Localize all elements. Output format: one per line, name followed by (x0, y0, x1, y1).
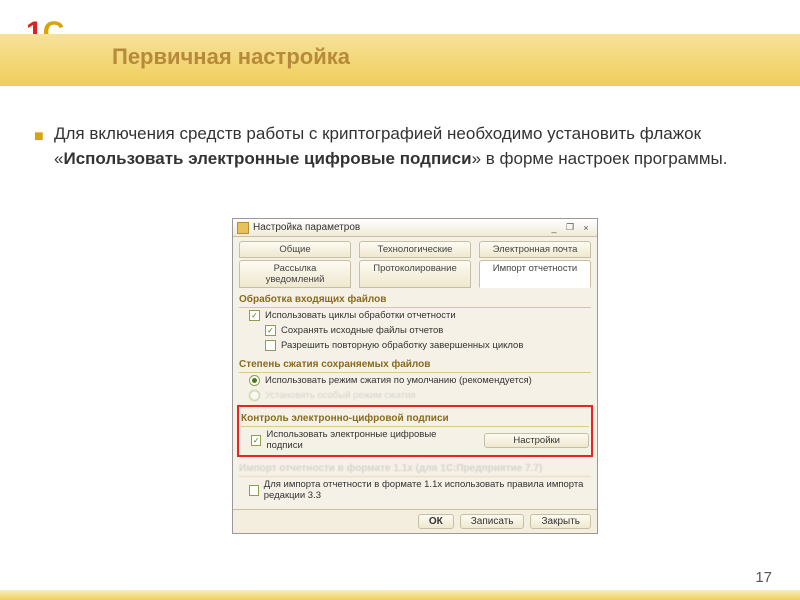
tab-general[interactable]: Общие (239, 241, 351, 258)
close-dialog-button[interactable]: Закрыть (530, 514, 591, 529)
dialog-titlebar: Настройка параметров _ ❐ × (233, 219, 597, 237)
minimize-button[interactable]: _ (547, 222, 561, 234)
checkbox-save-src[interactable]: ✓ (265, 325, 276, 336)
section-signature: Контроль электронно-цифровой подписи (241, 409, 589, 427)
opt-import-33-label: Для импорта отчетности в формате 1.1x ис… (264, 479, 591, 501)
checkbox-cycles[interactable]: ✓ (249, 310, 260, 321)
bullet-icon: ■ (34, 128, 44, 146)
tab-tech[interactable]: Технологические (359, 241, 471, 258)
opt-use-signature-label: Использовать электронные цифровые подпис… (266, 429, 463, 451)
opt-save-src-label: Сохранять исходные файлы отчетов (281, 325, 443, 336)
body-text: Для включения средств работы с криптогра… (54, 122, 760, 171)
tab-notify[interactable]: Рассылка уведомлений (239, 260, 351, 288)
save-button[interactable]: Записать (460, 514, 525, 529)
dialog-icon (237, 222, 249, 234)
highlight-signature-box: Контроль электронно-цифровой подписи ✓ И… (237, 405, 593, 457)
radio-custom-compress[interactable] (249, 390, 260, 401)
dialog-footer: ОК Записать Закрыть (233, 509, 597, 533)
tab-import[interactable]: Импорт отчетности (479, 260, 591, 288)
opt-custom-compress-label: Установить особый режим сжатия (265, 390, 416, 401)
tab-log[interactable]: Протоколирование (359, 260, 471, 288)
tab-email[interactable]: Электронная почта (479, 241, 591, 258)
settings-button[interactable]: Настройки (484, 433, 589, 448)
body-post: » в форме настроек программы. (472, 149, 728, 168)
dialog-title: Настройка параметров (253, 222, 360, 233)
opt-reprocess-label: Разрешить повторную обработку завершенны… (281, 340, 523, 351)
page-number: 17 (755, 569, 772, 586)
ok-button[interactable]: ОК (418, 514, 454, 529)
checkbox-use-signature[interactable]: ✓ (251, 435, 261, 446)
radio-default-compress[interactable] (249, 375, 260, 386)
body-bold: Использовать электронные цифровые подпис… (63, 149, 471, 168)
opt-cycles-label: Использовать циклы обработки отчетности (265, 310, 456, 321)
checkbox-reprocess[interactable] (265, 340, 276, 351)
footer-band (0, 590, 800, 600)
settings-dialog: Настройка параметров _ ❐ × Общие Техноло… (232, 218, 598, 534)
slide-title: Первичная настройка (112, 44, 350, 70)
opt-default-compress-label: Использовать режим сжатия по умолчанию (… (265, 375, 532, 386)
checkbox-import-33[interactable] (249, 485, 259, 496)
section-compress: Степень сжатия сохраняемых файлов (239, 355, 591, 373)
close-button[interactable]: × (579, 222, 593, 234)
section-incoming: Обработка входящих файлов (239, 290, 591, 308)
section-import11x: Импорт отчетности в формате 1.1x (для 1С… (239, 459, 591, 477)
restore-button[interactable]: ❐ (563, 222, 577, 234)
